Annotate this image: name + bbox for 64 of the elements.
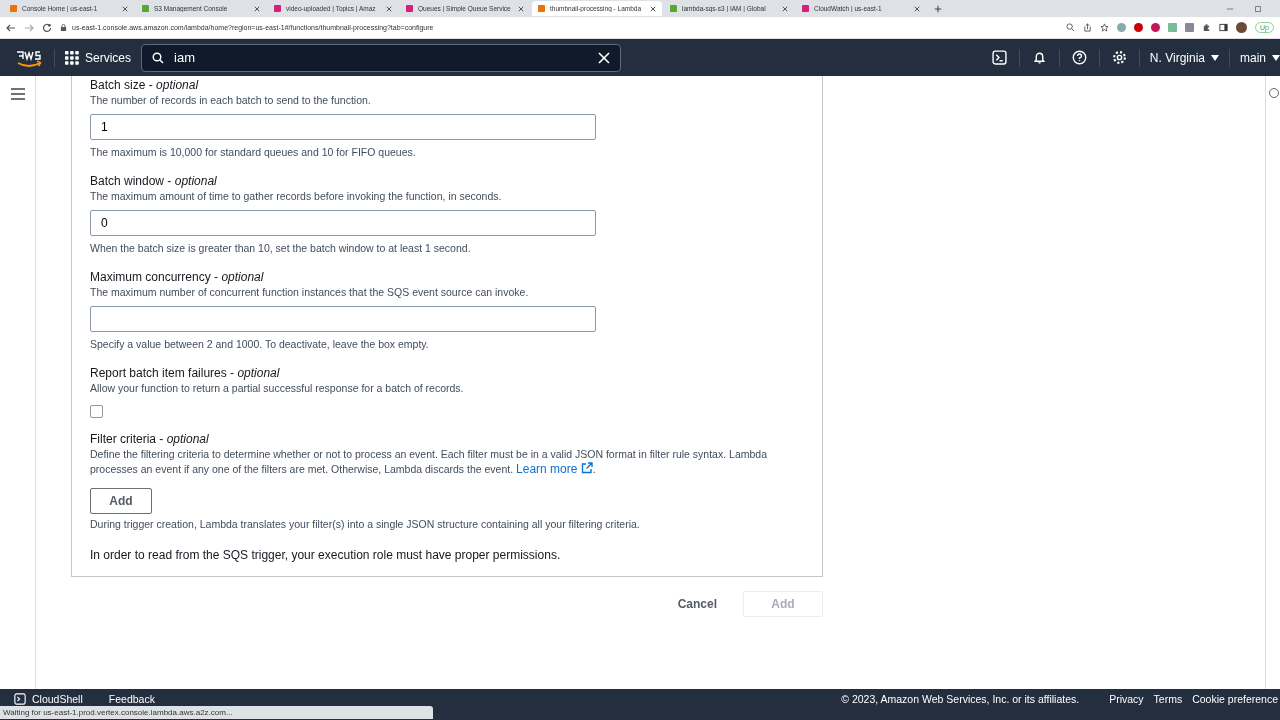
external-link-icon (580, 462, 593, 474)
checkbox[interactable] (90, 405, 103, 418)
field-label: Report batch item failures - optional (90, 366, 281, 380)
cloudshell-link[interactable]: CloudShell (32, 693, 83, 705)
footer-link[interactable]: Cookie preference (1192, 693, 1278, 705)
region-menu[interactable]: N. Virginia (1149, 50, 1219, 65)
clear-icon[interactable] (598, 51, 610, 64)
cancel-button[interactable]: Cancel (671, 596, 723, 612)
terminal-icon[interactable] (14, 693, 26, 705)
permissions-note: In order to read from the SQS trigger, your execution role must have proper permissions. (90, 548, 562, 562)
filter-note: During trigger creation, Lambda translates your filter(s) into a single JSON structure containing all your filtering criteria. (90, 517, 641, 532)
field-label: Batch size - optional (90, 78, 200, 92)
services-menu[interactable]: Services (65, 50, 131, 65)
close-icon[interactable] (782, 5, 788, 12)
number-input[interactable] (90, 306, 596, 332)
reload-icon[interactable] (42, 22, 52, 33)
field-description: Define the filtering criteria to determine whether or not to process an event. Each filter must be in a valid JSON format in filter rule syntax. Lambda processes an event if any one of the filters are met. Otherwise, Lambda discards the event. Learn more . (90, 447, 768, 477)
field-description: The number of records in each batch to send to the function. (90, 93, 372, 108)
number-input[interactable]: 0 (90, 210, 596, 236)
back-icon[interactable] (6, 22, 16, 33)
field-label: Batch window - optional (90, 174, 218, 188)
terminal-icon[interactable] (991, 50, 1007, 65)
close-icon[interactable] (386, 5, 392, 12)
number-input[interactable]: 1 (90, 114, 596, 140)
lock-icon (60, 24, 67, 31)
learn-more-link[interactable]: Learn more (516, 462, 593, 476)
menu-icon[interactable] (10, 88, 25, 100)
sidebar-icon[interactable] (1219, 23, 1229, 32)
field-label: Maximum concurrency - optional (90, 270, 265, 284)
close-icon[interactable] (122, 5, 128, 12)
field-description: The maximum number of concurrent function instances that the SQS event source can invoke. (90, 285, 530, 300)
share-icon[interactable] (1083, 23, 1093, 32)
restore-icon[interactable] (1254, 4, 1262, 13)
copyright-text: © 2023, Amazon Web Services, Inc. or its affiliates. (841, 693, 1080, 705)
search-text[interactable]: iam (174, 50, 588, 65)
status-bubble: Waiting for us-east-1.prod.vertex.console.lambda.aws.a2z.com... (0, 706, 433, 719)
new-tab-icon[interactable] (934, 4, 942, 13)
footer-link[interactable]: Terms (1153, 693, 1183, 705)
search-field[interactable]: iam (141, 43, 621, 72)
account-menu[interactable]: main (1240, 50, 1280, 65)
settings-icon[interactable] (1111, 50, 1127, 65)
close-icon[interactable] (518, 5, 524, 12)
search-icon (152, 51, 164, 64)
field-hint: Specify a value between 2 and 1000. To deactivate, leave the box empty. (90, 337, 430, 352)
close-icon[interactable] (254, 5, 260, 12)
field-description: The maximum amount of time to gather records before invoking the function, in seconds. (90, 189, 503, 204)
feedback-link[interactable]: Feedback (108, 693, 155, 705)
grid-icon (65, 50, 79, 65)
zoom-icon[interactable] (1066, 23, 1076, 32)
caret-icon (1211, 54, 1219, 61)
close-icon[interactable] (650, 5, 656, 12)
help-icon[interactable] (1071, 50, 1087, 65)
close-icon[interactable] (914, 5, 920, 12)
caret-icon (1272, 54, 1280, 61)
avatar-icon[interactable] (1236, 22, 1248, 33)
add-filter-button[interactable]: Add (90, 488, 152, 514)
star-icon[interactable] (1100, 23, 1110, 32)
footer-link[interactable]: Privacy (1109, 693, 1144, 705)
field-hint: When the batch size is greater than 10, set the batch window to at least 1 second. (90, 241, 472, 256)
field-label: Filter criteria - optional (90, 432, 210, 446)
field-description: Allow your function to return a partial successful response for a batch of records. (90, 381, 465, 396)
field-hint: The maximum is 10,000 for standard queues and 10 for FIFO queues. (90, 145, 417, 160)
puzzle-icon[interactable] (1202, 23, 1212, 32)
bell-icon[interactable] (1031, 50, 1047, 65)
